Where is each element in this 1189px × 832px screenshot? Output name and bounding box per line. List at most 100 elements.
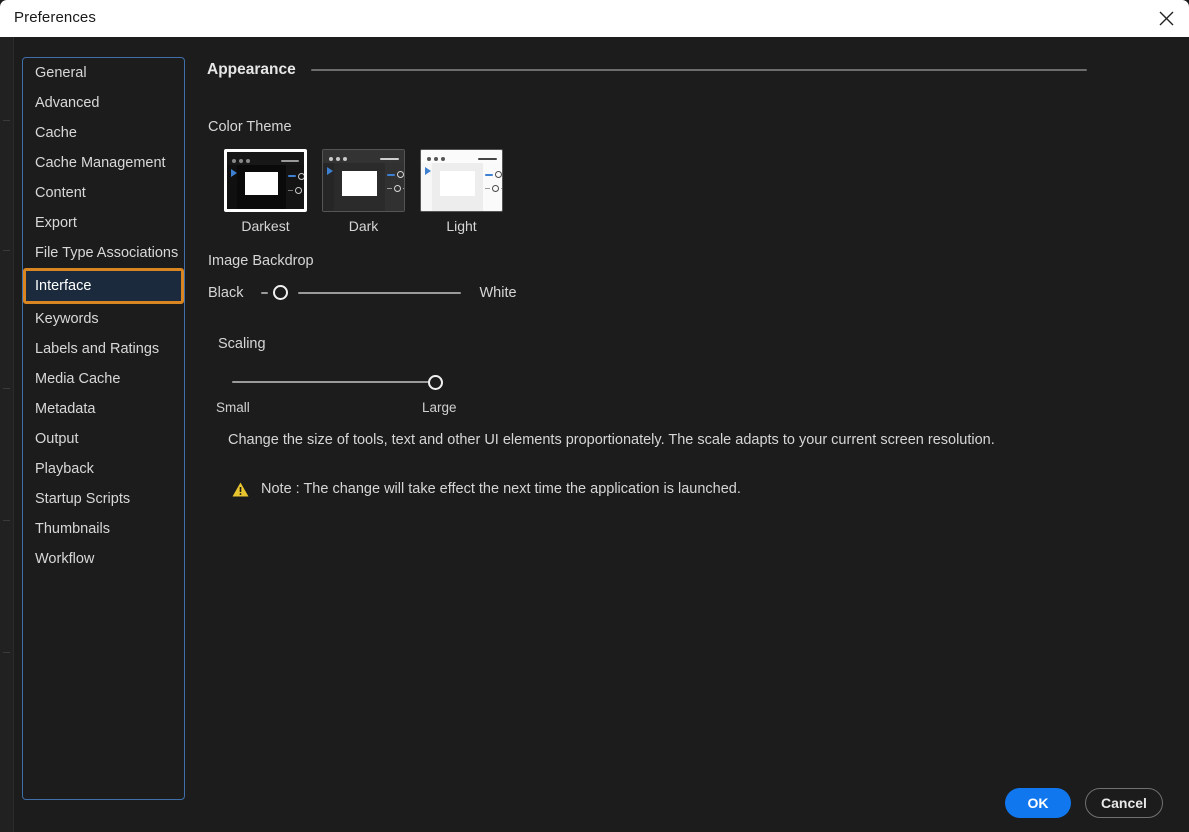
sidebar-item-label: Output	[35, 431, 79, 447]
sidebar-item-workflow[interactable]: Workflow	[23, 544, 184, 574]
close-button[interactable]	[1143, 0, 1189, 37]
title-bar: Preferences	[0, 0, 1189, 37]
cancel-button[interactable]: Cancel	[1085, 788, 1163, 818]
sidebar-item-export[interactable]: Export	[23, 208, 184, 238]
close-icon	[1159, 11, 1173, 26]
mock-titlebar	[323, 150, 404, 164]
theme-label: Darkest	[241, 218, 290, 234]
image-backdrop-label: Image Backdrop	[208, 253, 314, 269]
edge-tick	[3, 120, 10, 121]
ok-button[interactable]: OK	[1005, 788, 1071, 818]
mock-right-panel	[483, 163, 502, 211]
theme-preview-mock	[421, 150, 502, 211]
sidebar-item-label: Advanced	[35, 95, 100, 111]
scaling-note-text: Note : The change will take effect the n…	[261, 481, 741, 497]
image-backdrop-slider-row: Black White	[208, 282, 517, 304]
sidebar-item-label: Startup Scripts	[35, 491, 131, 507]
sidebar-item-label: General	[35, 65, 87, 81]
sidebar-item-label: Playback	[35, 461, 94, 477]
window-title: Preferences	[14, 9, 96, 26]
sidebar-item-label: Thumbnails	[35, 521, 110, 537]
mock-right-panel	[286, 164, 304, 209]
image-backdrop-slider-handle[interactable]	[273, 285, 289, 300]
sidebar-item-label: Export	[35, 215, 77, 231]
theme-label: Dark	[348, 218, 379, 234]
interface-settings-panel: Appearance Color Theme Darkest Dark Ligh…	[194, 37, 1189, 832]
theme-preview-dark	[322, 149, 405, 212]
scaling-note: Note : The change will take effect the n…	[232, 481, 741, 497]
sidebar-item-label: Cache Management	[35, 155, 166, 171]
sidebar-item-media-cache[interactable]: Media Cache	[23, 364, 184, 394]
warning-triangle-icon	[232, 482, 249, 496]
mock-canvas	[333, 163, 386, 211]
theme-option-light[interactable]: Light	[420, 149, 503, 234]
preferences-category-list[interactable]: General Advanced Cache Cache Management …	[22, 57, 185, 800]
scaling-slider[interactable]	[232, 371, 454, 393]
scaling-slider-handle[interactable]	[428, 375, 443, 390]
theme-option-darkest[interactable]: Darkest	[224, 149, 307, 234]
sidebar-item-label: File Type Associations	[35, 245, 179, 261]
mock-left-rail	[323, 163, 334, 211]
mock-canvas	[237, 164, 287, 209]
edge-tick	[3, 652, 10, 653]
dialog-body: General Advanced Cache Cache Management …	[14, 37, 1189, 832]
scaling-description: Change the size of tools, text and other…	[228, 432, 995, 448]
mock-left-rail	[421, 163, 432, 211]
background-app-edge	[0, 37, 14, 832]
edge-tick	[3, 388, 10, 389]
edge-tick	[3, 250, 10, 251]
slider-track	[298, 292, 462, 294]
sidebar-item-label: Interface	[35, 278, 92, 294]
sidebar-item-file-type-associations[interactable]: File Type Associations	[23, 238, 184, 268]
dialog-footer: OK Cancel	[1005, 788, 1163, 818]
mock-titlebar	[227, 152, 304, 165]
sidebar-item-output[interactable]: Output	[23, 424, 184, 454]
sidebar-item-thumbnails[interactable]: Thumbnails	[23, 514, 184, 544]
appearance-section-header: Appearance	[207, 61, 1087, 79]
section-title: Appearance	[207, 61, 296, 78]
theme-label: Light	[446, 218, 477, 234]
scaling-max-label: Large	[422, 400, 457, 415]
mock-caret-icon	[327, 167, 333, 176]
scaling-min-label: Small	[216, 400, 250, 415]
theme-preview-darkest	[224, 149, 307, 212]
sidebar-item-label: Keywords	[35, 311, 99, 327]
sidebar-item-interface[interactable]: Interface	[23, 268, 184, 304]
sidebar-item-labels-and-ratings[interactable]: Labels and Ratings	[23, 334, 184, 364]
scaling-label: Scaling	[218, 336, 266, 352]
mock-titlebar	[421, 150, 502, 164]
color-theme-options: Darkest Dark Light	[224, 149, 503, 234]
backdrop-max-label: White	[479, 285, 517, 301]
mock-dots	[328, 157, 347, 161]
mock-canvas	[431, 163, 484, 211]
sidebar-item-startup-scripts[interactable]: Startup Scripts	[23, 484, 184, 514]
mock-dots	[232, 159, 251, 163]
theme-preview-light	[420, 149, 503, 212]
theme-option-dark[interactable]: Dark	[322, 149, 405, 234]
sidebar-item-cache-management[interactable]: Cache Management	[23, 148, 184, 178]
sidebar-item-general[interactable]: General	[23, 58, 184, 88]
sidebar-item-label: Cache	[35, 125, 77, 141]
sidebar-item-keywords[interactable]: Keywords	[23, 304, 184, 334]
mock-bar	[477, 158, 498, 160]
sidebar-item-cache[interactable]: Cache	[23, 118, 184, 148]
mock-bar	[280, 160, 300, 162]
theme-preview-mock	[227, 152, 304, 209]
sidebar-item-label: Labels and Ratings	[35, 341, 160, 357]
color-theme-label: Color Theme	[208, 119, 292, 135]
mock-right-panel	[385, 163, 404, 211]
mock-image	[245, 171, 278, 195]
sidebar-item-playback[interactable]: Playback	[23, 454, 184, 484]
sidebar-item-metadata[interactable]: Metadata	[23, 394, 184, 424]
mock-dots	[426, 157, 445, 161]
sidebar-item-advanced[interactable]: Advanced	[23, 88, 184, 118]
slider-track	[232, 381, 437, 383]
backdrop-min-label: Black	[208, 285, 244, 301]
sidebar-item-label: Metadata	[35, 401, 96, 417]
image-backdrop-slider[interactable]	[261, 282, 462, 304]
sidebar-item-content[interactable]: Content	[23, 178, 184, 208]
preferences-dialog: Preferences General Advanced Cache Cache…	[0, 0, 1189, 832]
mock-left-rail	[227, 164, 237, 209]
slider-tick	[261, 292, 269, 294]
sidebar-item-label: Workflow	[35, 551, 95, 567]
